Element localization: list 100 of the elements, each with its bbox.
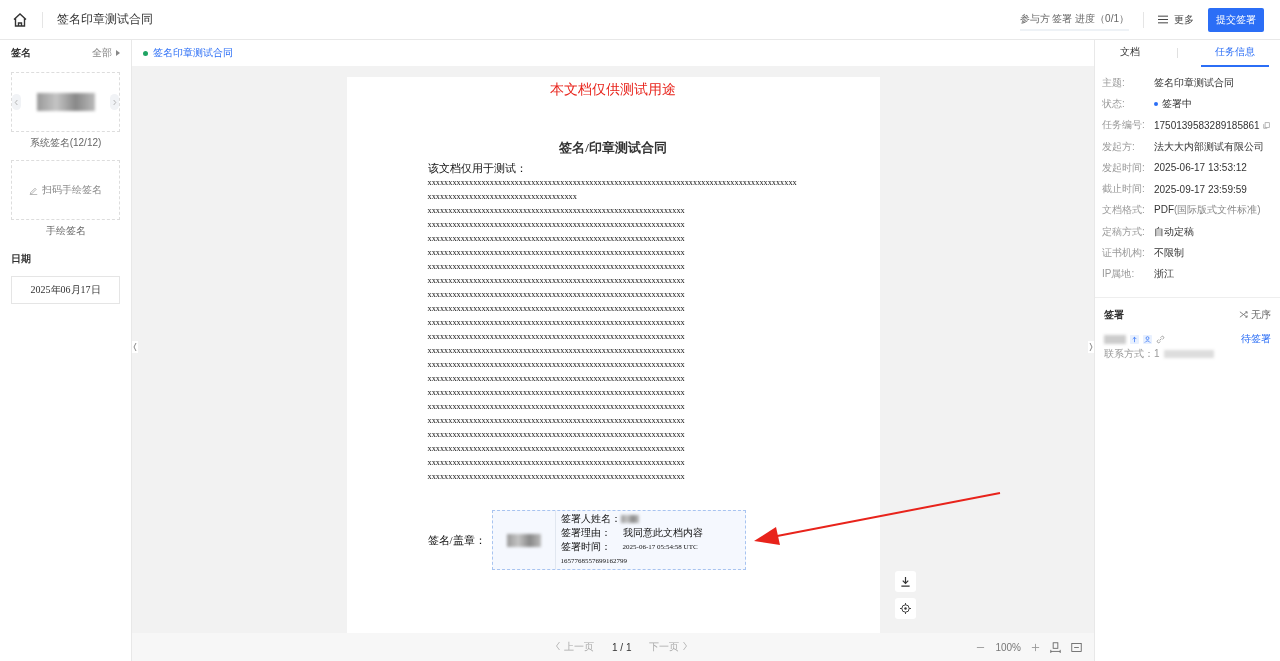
info-value: 2025-06-17 13:53:12 [1154,162,1247,174]
body-text-line: xxxxxxxxxxxxxxxxxxxxxxxxxxxxxxxxxxxxxxxxxxxxxxxxxxxxxxxxxxxxxx [427,345,686,357]
body-text-line: xxxxxxxxxxxxxxxxxxxxxxxxxxxxxxxxxxxxxxxxxxxxxxxxxxxxxxxxxxxxxx [427,247,686,259]
card-caption: 系统签名(12/12) [28,136,103,150]
body-text-line: xxxxxxxxxxxxxxxxxxxxxxxxxxxxxxxxxxxxxxxxxxxxxxxxxxxxxxxxxxxxxx [427,443,686,455]
info-label: 任务编号: [1102,118,1146,133]
previous-button[interactable] [12,94,21,110]
order-label: 无序 [1251,307,1271,322]
document-title: 签名印章测试合同 [57,11,153,28]
caret-icon [116,50,120,56]
body-text-line: xxxxxxxxxxxxxxxxxxxxxxxxxxxxxxxxxxxxxxxxxxxxxxxxxxxxxxxxxxxxxx [427,415,686,427]
locate-button[interactable] [895,598,916,619]
home-icon[interactable] [12,11,28,28]
blurred-phone [1163,350,1214,359]
test-notice: 本文档仅供测试用途 [549,81,677,99]
copy-icon[interactable] [1262,121,1270,129]
info-label: 证书机构: [1102,246,1146,260]
body-text-line: xxxxxxxxxxxxxxxxxxxxxxxxxxxxxxxxxxxxxxxxxxxxxxxxxxxxxxxxxxxxxx [427,471,686,483]
body-text-line: xxxxxxxxxxxxxxxxxxxxxxxxxxxxxxxxxxxxxxxxxxxxxxxxxxxxxxxxxxxxxx [427,331,686,343]
chevron-right-icon [682,641,689,651]
info-value: 2025-09-17 23:59:59 [1154,183,1247,195]
body-text-line: xxxxxxxxxxxxxxxxxxxxxxxxxxxxxxxxxxxxxxxxxxxxxxxxxxxxxxxxxxxxxxxxxxxxxxxxxxxxxxxxxxxxxxxxx [427,177,798,189]
next-button[interactable] [110,94,119,110]
body-text-line: xxxxxxxxxxxxxxxxxxxxxxxxxxxxxxxxxxxxxxxxxxxxxxxxxxxxxxxxxxxxxx [427,359,686,371]
body-text-line: xxxxxxxxxxxxxxxxxxxxxxxxxxxxxxxxxxxxxxxxxxxxxxxxxxxxxxxxxxxxxx [427,289,686,301]
collapse-handle[interactable] [1088,341,1094,353]
shuffle-icon [1239,310,1248,320]
arrow-up-icon [1130,334,1139,344]
handwrite-label: 扫码手绘签名 [42,183,102,197]
target-icon [900,603,911,614]
intro-text: 该文档仅用于测试： [427,161,528,176]
signer-name-label: 签署人姓名： [560,513,621,525]
info-label: 发起时间: [1102,160,1146,175]
body-text-line: xxxxxxxxxxxxxxxxxxxxxxxxxxxxxxxxxxxxxxxxxxxxxxxxxxxxxxxxxxxxxx [427,317,686,329]
zoom-level: 100% [995,641,1021,653]
body-text-line: xxxxxxxxxxxxxxxxxxxxxxxxxxxxxxxxxxxxxxxxxxxxxxxxxxxxxxxxxxxxxx [427,261,686,273]
body-text-line: xxxxxxxxxxxxxxxxxxxxxxxxxxxxxxxxxxxxxxxxxxxxxxxxxxxxxxxxxxxxxx [427,219,686,231]
body-text-line: xxxxxxxxxxxxxxxxxxxxxxxxxxxxxxxxxxxxxxxxxxxxxxxxxxxxxxxxxxxxxx [427,373,686,385]
menu-icon[interactable] [1158,15,1168,24]
status-dot [143,50,148,56]
fit-page-icon[interactable] [1071,641,1082,653]
panel-tab[interactable]: 文档 [1106,39,1155,67]
body-text-line: xxxxxxxxxxxxxxxxxxxxxxxxxxxxxxxxxxxxxxxxxxxxxxxxxxxxxxxxxxxxxx [427,387,686,399]
blurred-name [620,515,639,523]
time-label: 签署时间： [560,541,612,553]
download-button[interactable] [895,571,916,592]
info-label: 发起方: [1102,139,1136,154]
date-field[interactable]: 2025年06月17日 [11,276,120,304]
card-caption: 手绘签名 [44,224,87,238]
more-link[interactable]: 更多 [1174,12,1194,27]
info-value: 签名印章测试合同 [1154,75,1234,90]
chevron-left-icon [555,641,561,651]
body-text-line: xxxxxxxxxxxxxxxxxxxxxxxxxxxxxxxxxxxxxxxxxxxxxxxxxxxxxxxxxxxxxx [427,275,686,287]
info-label: 文档格式: [1102,203,1146,218]
submit-button[interactable]: 提交签署 [1208,7,1264,32]
signature-card[interactable] [11,72,120,132]
reason-value: 我同意此文档内容 [622,527,703,539]
blurred-signature [506,533,541,547]
info-value: PDF(国际版式文件标准) [1154,203,1261,218]
pen-icon [29,185,38,195]
document-tab[interactable]: 签名印章测试合同 [153,46,233,60]
section-title: 签署 [1104,307,1124,322]
link-icon[interactable] [1156,334,1165,344]
info-value: 不限制 [1154,246,1184,260]
body-text-line: xxxxxxxxxxxxxxxxxxxxxxxxxxxxxxxxxxxxxxxxxxxxxxxxxxxxxxxxxxxxxx [427,233,686,245]
body-text-line: xxxxxxxxxxxxxxxxxxxxxxxxxxxxxxxxxxxxxxxxxxxxxxxxxxxxxxxxxxxxxx [427,205,686,217]
chevron-right-icon [112,98,117,106]
info-label: 截止时间: [1102,182,1146,197]
person-icon [1143,334,1152,344]
info-value: 1750139583289185861 [1154,119,1260,131]
all-link[interactable]: 全部 [92,46,120,60]
info-label: 状态: [1102,96,1126,111]
fit-width-icon[interactable] [1050,641,1061,653]
contract-title: 签名/印章测试合同 [558,139,668,157]
signature-label: 签名/盖章： [427,532,486,548]
info-value: 法大大内部测试有限公司 [1154,139,1264,154]
info-label: IP属地: [1102,267,1136,282]
info-value: 自动定稿 [1154,224,1194,239]
info-label: 主题: [1102,75,1126,90]
contact-label: 联系方式：1 [1104,347,1160,362]
section-title: 日期 [11,252,31,266]
body-text-line: xxxxxxxxxxxxxxxxxxxxxxxxxxxxxxxxxxxxxxxxxxxxxxxxxxxxxxxxxxxxxx [427,303,686,315]
panel-tab[interactable]: 任务信息 [1200,39,1269,67]
signer-status: 待签署 [1241,332,1271,347]
section-title: 签名 [11,46,31,60]
reason-label: 签署理由： [560,527,612,539]
collapse-handle[interactable] [132,341,138,353]
download-icon [900,576,911,587]
info-label: 定稿方式: [1102,224,1146,239]
handwrite-card[interactable]: 扫码手绘签名 [11,160,120,220]
body-text-line: xxxxxxxxxxxxxxxxxxxxxxxxxxxxxxxxxxxxxxxxxxxxxxxxxxxxxxxxxxxxxx [427,401,686,413]
body-text-line: xxxxxxxxxxxxxxxxxxxxxxxxxxxxxxxxxxxxxxxxxxxxxxxxxxxxxxxxxxxxxx [427,429,686,441]
blurred-name [1104,334,1126,344]
info-value: 签署中 [1162,96,1192,111]
body-text-line: xxxxxxxxxxxxxxxxxxxxxxxxxxxxxxxxxxxx [427,191,578,203]
zoom-in-button[interactable] [1031,642,1040,652]
page-number: 1 / 1 [612,641,632,653]
info-value: 浙江 [1154,267,1174,282]
blurred-signature [36,93,95,111]
chevron-left-icon [14,98,19,106]
